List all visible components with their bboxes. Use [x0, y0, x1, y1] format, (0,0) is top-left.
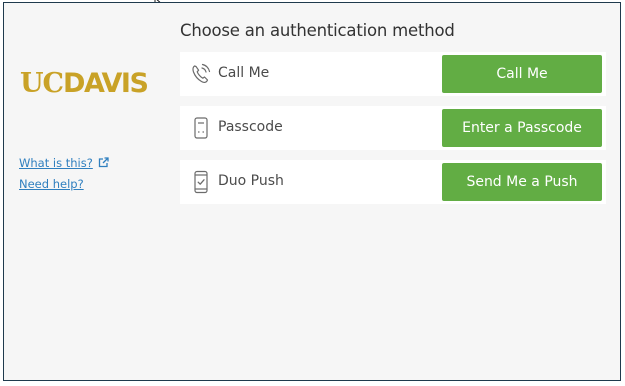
what-is-this-link[interactable]: What is this?	[19, 156, 109, 170]
uc-davis-logo: UCDAVIS	[20, 68, 149, 99]
method-label-call-me: Call Me	[218, 65, 270, 81]
method-row-duo-push: Duo Push Send Me a Push	[180, 160, 606, 204]
enter-passcode-button[interactable]: Enter a Passcode	[442, 109, 602, 147]
phone-icon	[192, 63, 211, 83]
send-push-button[interactable]: Send Me a Push	[442, 163, 602, 201]
mobile-push-icon	[194, 170, 208, 194]
external-link-icon	[98, 157, 109, 168]
method-row-call-me: Call Me Call Me	[180, 52, 606, 96]
method-label-passcode: Passcode	[218, 119, 283, 135]
page-title: Choose an authentication method	[180, 21, 455, 40]
method-row-passcode: Passcode Enter a Passcode	[180, 106, 606, 150]
logo-uc-text: UC	[20, 68, 64, 99]
need-help-link[interactable]: Need help?	[19, 177, 84, 191]
sidebar: UCDAVIS What is this? Need help?	[4, 3, 172, 380]
method-label-duo-push: Duo Push	[218, 173, 284, 189]
duo-auth-frame: UCDAVIS What is this? Need help? Choose …	[3, 2, 621, 381]
token-icon	[194, 117, 208, 139]
call-me-button[interactable]: Call Me	[442, 55, 602, 93]
logo-davis-text: DAVIS	[63, 68, 149, 99]
what-is-this-label: What is this?	[19, 156, 93, 170]
